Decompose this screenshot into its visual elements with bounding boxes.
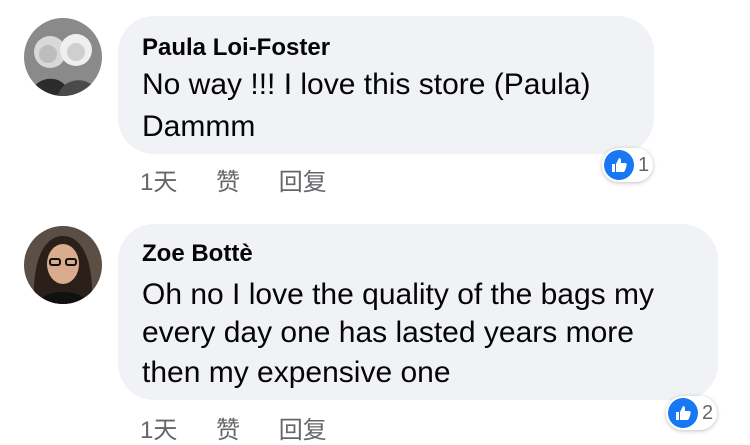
comment-bubble: Paula Loi-Foster No way !!! I love this … xyxy=(118,16,654,154)
avatar-photo-icon xyxy=(24,18,102,96)
thumbs-up-icon xyxy=(668,398,698,428)
thumbs-up-icon xyxy=(604,150,634,180)
reaction-count[interactable]: 1 xyxy=(602,148,654,182)
reply-button[interactable]: 回复 xyxy=(279,417,327,444)
reaction-number: 1 xyxy=(638,153,650,176)
avatar[interactable] xyxy=(24,18,102,96)
comment-text-line: No way !!! I love this store (Paula) xyxy=(142,68,591,101)
comment-bubble: Zoe Bottè Oh no I love the quality of th… xyxy=(118,224,718,400)
avatar-photo-icon xyxy=(24,226,102,304)
comment-text-line: then my expensive one xyxy=(142,356,451,389)
timestamp[interactable]: 1天 xyxy=(140,417,177,444)
comment-text-line: every day one has lasted years more xyxy=(142,316,634,349)
reaction-number: 2 xyxy=(702,401,714,424)
timestamp[interactable]: 1天 xyxy=(140,169,177,196)
like-button[interactable]: 赞 xyxy=(216,169,240,196)
like-button[interactable]: 赞 xyxy=(216,417,240,444)
comment-author[interactable]: Paula Loi-Foster xyxy=(142,34,330,62)
comment-actions: 1天 赞 回复 xyxy=(140,162,359,197)
avatar[interactable] xyxy=(24,226,102,304)
comment-text-line: Dammm xyxy=(142,110,256,143)
reaction-count[interactable]: 2 xyxy=(666,396,718,430)
comment-text-line: Oh no I love the quality of the bags my xyxy=(142,278,654,311)
comment-actions: 1天 赞 回复 xyxy=(140,410,359,445)
comment-author[interactable]: Zoe Bottè xyxy=(142,240,253,268)
reply-button[interactable]: 回复 xyxy=(279,169,327,196)
